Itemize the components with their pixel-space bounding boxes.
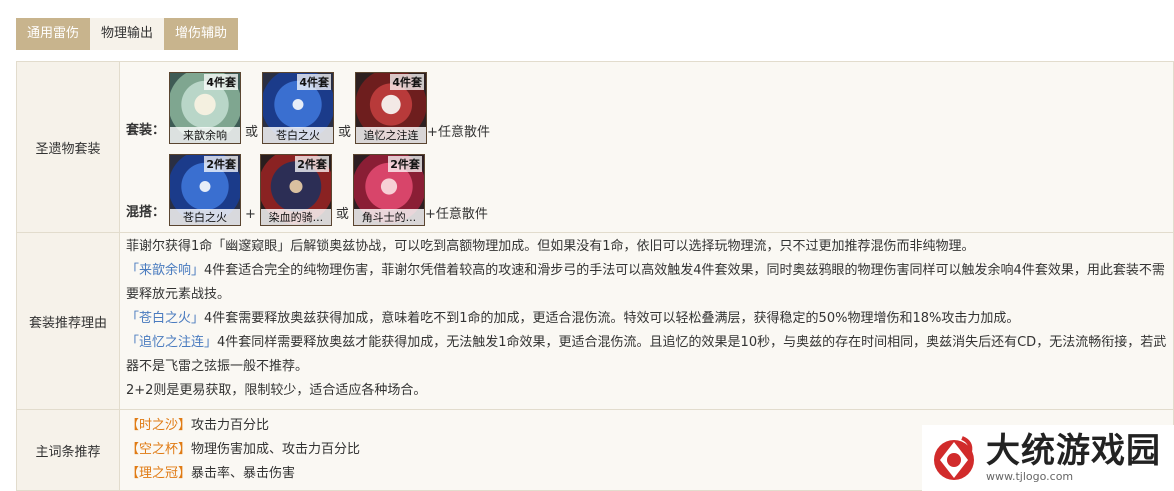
brand-logo-icon [928,432,980,484]
mix-set-line: 混搭： 2件套 苍白之火 + 2件套 染血的骑... 或 2件套 角斗士的... [126,144,1167,226]
or-separator: 或 [338,125,352,140]
artifact-name: 苍白之火 [263,127,334,143]
reason-text: 4件套适合完全的纯物理伤害，菲谢尔凭借着较高的攻速和滑步弓的手法可以高效触发4件… [126,263,1165,302]
mix-set-label: 混搭： [126,205,166,220]
echoes-link[interactable]: 「来歆余响」 [126,263,204,278]
artifact-item-pale-flame[interactable]: 4件套 苍白之火 [262,72,335,144]
artifact-item-bloodstained[interactable]: 2件套 染血的骑... [259,154,332,226]
set-count: 4件套 [204,74,239,90]
set-count: 2件套 [204,156,239,172]
circlet-tag: 【理之冠】 [126,466,192,481]
artifact-cell: 套装： 4件套 来歆余响 或 4件套 苍白之火 或 4件套 追忆之注连 +任意散… [120,62,1173,232]
set-count: 2件套 [295,156,329,172]
reason-header: 套装推荐理由 [17,233,120,409]
reason-two-plus-two: 2+2则是更易获取，限制较少，适合适应各种场合。 [126,383,427,398]
goblet-tag: 【空之杯】 [126,442,192,457]
shimenawa-link[interactable]: 「追忆之注连」 [126,335,217,350]
or-separator: 或 [245,125,259,140]
main-stat-header: 主词条推荐 [17,410,120,490]
site-watermark: 大统游戏园 www.tjlogo.com [922,425,1174,491]
stat-text: 攻击力百分比 [191,418,270,433]
watermark-title: 大统游戏园 [986,431,1161,471]
artifact-item-pale-flame-2pc[interactable]: 2件套 苍白之火 [169,154,242,226]
stat-text: 物理伤害加成、攻击力百分比 [191,442,361,457]
artifact-header: 圣遗物套装 [17,62,120,232]
artifact-name: 角斗士的... [353,209,424,225]
reason-text: 4件套同样需要释放奥兹才能获得加成，无法触发1命效果，更适合混伤流。且追忆的效果… [126,335,1167,374]
tab-physical[interactable]: 物理输出 [90,18,165,50]
artifact-name: 苍白之火 [170,209,241,225]
artifact-item-echoes[interactable]: 4件套 来歆余响 [169,72,242,144]
reason-text: 4件套需要释放奥兹获得加成，意味着吃不到1命的加成，更适合混伤流。特效可以轻松叠… [204,311,1020,326]
any-pieces-suffix: +任意散件 [427,125,490,140]
any-pieces-suffix: +任意散件 [424,207,488,222]
artifact-item-gladiator[interactable]: 2件套 角斗士的... [352,154,425,226]
tab-bar: 通用雷伤 物理输出 增伤辅助 [16,18,239,50]
reason-row: 套装推荐理由 菲谢尔获得1命「幽邃窥眼」后解锁奥兹协战，可以吃到高额物理加成。但… [17,232,1173,409]
reason-intro: 菲谢尔获得1命「幽邃窥眼」后解锁奥兹协战，可以吃到高额物理加成。但如果没有1命，… [126,239,975,254]
reason-cell: 菲谢尔获得1命「幽邃窥眼」后解锁奥兹协战，可以吃到高额物理加成。但如果没有1命，… [120,233,1173,409]
set-count: 4件套 [297,74,332,90]
tab-support[interactable]: 增伤辅助 [164,18,239,50]
full-set-line: 套装： 4件套 来歆余响 或 4件套 苍白之火 或 4件套 追忆之注连 +任意散… [126,62,1167,144]
plus-separator: + [245,207,256,222]
artifact-name: 追忆之注连 [356,127,427,143]
reason-pale-flame: 「苍白之火」4件套需要释放奥兹获得加成，意味着吃不到1命的加成，更适合混伤流。特… [126,307,1167,331]
set-count: 4件套 [390,74,425,90]
artifact-name: 来歆余响 [170,127,241,143]
watermark-url: www.tjlogo.com [986,470,1074,483]
full-set-label: 套装： [126,123,166,138]
pale-flame-link[interactable]: 「苍白之火」 [126,311,204,326]
set-count: 2件套 [388,156,422,172]
artifact-name: 染血的骑... [260,209,331,225]
artifact-item-shimenawa[interactable]: 4件套 追忆之注连 [355,72,428,144]
artifact-row: 圣遗物套装 套装： 4件套 来歆余响 或 4件套 苍白之火 或 4件套 追忆之注… [17,62,1173,232]
tab-general-electro[interactable]: 通用雷伤 [16,18,91,50]
reason-shimenawa: 「追忆之注连」4件套同样需要释放奥兹才能获得加成，无法触发1命效果，更适合混伤流… [126,331,1167,379]
sands-tag: 【时之沙】 [126,418,192,433]
or-separator: 或 [335,207,349,222]
stat-text: 暴击率、暴击伤害 [191,466,296,481]
reason-echoes: 「来歆余响」4件套适合完全的纯物理伤害，菲谢尔凭借着较高的攻速和滑步弓的手法可以… [126,259,1167,307]
